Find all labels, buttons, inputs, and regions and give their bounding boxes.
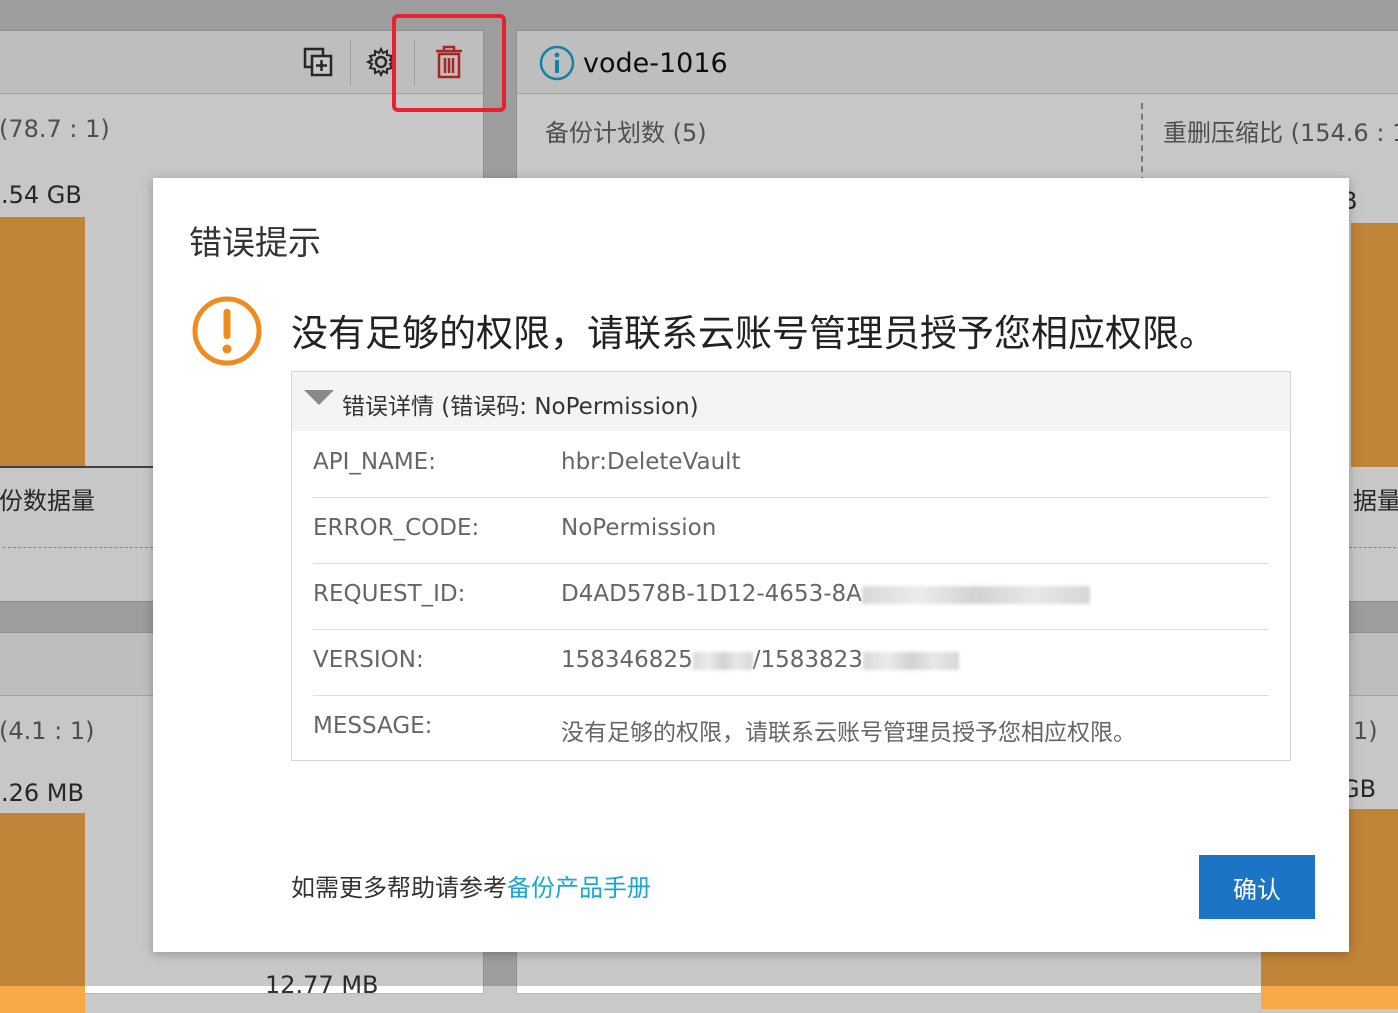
detail-value: hbr:DeleteVault bbox=[561, 449, 741, 475]
detail-key: ERROR_CODE: bbox=[313, 515, 480, 541]
help-footer: 如需更多帮助请参考备份产品手册 bbox=[291, 868, 651, 903]
help-text: 如需更多帮助请参考 bbox=[291, 874, 507, 902]
detail-value: D4AD578B-1D12-4653-8A bbox=[561, 581, 1090, 607]
caret-down-icon bbox=[304, 390, 334, 405]
error-message: 没有足够的权限，请联系云账号管理员授予您相应权限。 bbox=[291, 312, 1216, 355]
help-manual-link[interactable]: 备份产品手册 bbox=[507, 874, 651, 902]
redacted-blur bbox=[862, 651, 959, 670]
detail-key: MESSAGE: bbox=[313, 713, 433, 739]
detail-value: 158346825/1583823 bbox=[561, 647, 959, 673]
dialog-title: 错误提示 bbox=[189, 223, 321, 262]
detail-value: NoPermission bbox=[561, 515, 717, 541]
detail-row-error-code: ERROR_CODE: NoPermission bbox=[313, 497, 1269, 564]
delete-highlight-annotation bbox=[392, 14, 506, 112]
detail-row-message: MESSAGE: 没有足够的权限，请联系云账号管理员授予您相应权限。 bbox=[313, 695, 1269, 761]
error-dialog: 错误提示 没有足够的权限，请联系云账号管理员授予您相应权限。 错误详情 (错误码… bbox=[153, 178, 1349, 952]
detail-row-version: VERSION: 158346825/1583823 bbox=[313, 629, 1269, 696]
request-id-visible: D4AD578B-1D12-4653-8A bbox=[561, 581, 862, 607]
error-details-panel: 错误详情 (错误码: NoPermission) API_NAME: hbr:D… bbox=[291, 371, 1291, 761]
error-details-toggle[interactable]: 错误详情 (错误码: NoPermission) bbox=[292, 372, 1290, 431]
redacted-blur bbox=[861, 585, 1090, 604]
detail-key: REQUEST_ID: bbox=[313, 581, 466, 607]
detail-row-request-id: REQUEST_ID: D4AD578B-1D12-4653-8A bbox=[313, 563, 1269, 630]
warning-circle-icon bbox=[191, 295, 262, 366]
detail-row-api-name: API_NAME: hbr:DeleteVault bbox=[313, 431, 1269, 498]
confirm-button[interactable]: 确认 bbox=[1199, 855, 1315, 919]
detail-value: 没有足够的权限，请联系云账号管理员授予您相应权限。 bbox=[561, 720, 1136, 746]
redacted-blur bbox=[692, 651, 753, 670]
version-part-2: /1583823 bbox=[752, 647, 863, 673]
detail-key: VERSION: bbox=[313, 647, 424, 673]
version-part-1: 158346825 bbox=[561, 647, 693, 673]
error-details-title: 错误详情 (错误码: NoPermission) bbox=[342, 394, 699, 420]
detail-key: API_NAME: bbox=[313, 449, 436, 475]
